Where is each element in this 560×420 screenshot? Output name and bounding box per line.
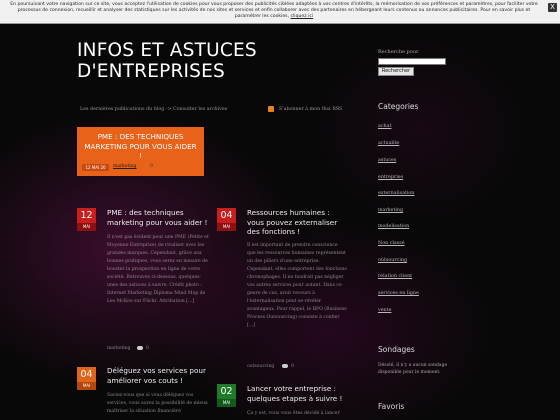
- rss-subscribe-link[interactable]: S'abonner à mon flux RSS: [279, 107, 342, 112]
- comment-icon: [282, 364, 288, 368]
- category-link[interactable]: relation client: [378, 274, 412, 279]
- post-month: MAI: [217, 399, 236, 407]
- post-date-badge: 04 MAI: [77, 367, 96, 390]
- featured-post-comments[interactable]: 0: [150, 164, 153, 169]
- post-title[interactable]: Ressources humaines : vous pouvez extern…: [247, 208, 347, 237]
- category-link[interactable]: vente: [378, 308, 391, 313]
- post-day: 04: [77, 367, 96, 382]
- category-link[interactable]: entreprise: [378, 175, 403, 180]
- category-link[interactable]: actualite: [378, 141, 399, 146]
- post-comment-count[interactable]: 0: [291, 364, 294, 369]
- post-day: 04: [217, 208, 236, 223]
- post-excerpt: Il n'est pas évident pour une PME (Petit…: [107, 235, 209, 304]
- cookie-close-button[interactable]: X: [548, 3, 557, 12]
- search-input[interactable]: [378, 58, 446, 65]
- site-title[interactable]: INFOS ET ASTUCES D'ENTREPRISES: [77, 40, 357, 82]
- latest-posts-link[interactable]: Les dernières publications du blog -> Co…: [80, 107, 227, 112]
- post-category-link[interactable]: outsourcing: [247, 364, 274, 369]
- cookie-settings-link[interactable]: cliquez ici: [291, 14, 314, 19]
- category-link[interactable]: astuces: [378, 158, 396, 163]
- category-link[interactable]: Non classé: [378, 241, 405, 246]
- rss-icon[interactable]: [268, 106, 274, 112]
- category-link[interactable]: outsourcing: [378, 258, 407, 263]
- post-title[interactable]: Lancer votre entreprise : quelques etape…: [247, 384, 347, 403]
- search-label: Recherche pour: [378, 49, 419, 55]
- category-link[interactable]: services en ligne: [378, 291, 419, 296]
- post-date-badge: 04 MAI: [217, 208, 236, 231]
- cookie-banner: En poursuivant votre navigation sur ce s…: [0, 0, 560, 24]
- post-month: MAI: [77, 382, 96, 390]
- post-comment-count[interactable]: 0: [146, 346, 149, 351]
- favoris-heading: Favoris: [378, 402, 405, 411]
- post-excerpt: Il est important de prendre conscience q…: [247, 243, 347, 328]
- sondages-text: Désolé, il n'y a aucun sondage disponibl…: [378, 363, 448, 375]
- post-day: 12: [77, 208, 96, 223]
- sondages-heading: Sondages: [378, 345, 415, 354]
- post-category-link[interactable]: marketing: [107, 346, 131, 351]
- post-date-badge: 02 MAI: [217, 384, 236, 407]
- comment-icon: [137, 346, 143, 350]
- category-link[interactable]: externalisation: [378, 191, 414, 196]
- category-link[interactable]: marketing: [378, 208, 403, 213]
- featured-post-category[interactable]: marketing: [113, 164, 137, 169]
- post-title[interactable]: PME : des techniques marketing pour vous…: [107, 208, 212, 227]
- post-month: MAI: [77, 223, 96, 231]
- categories-heading: Categories: [378, 102, 419, 111]
- cookie-text: En poursuivant votre navigation sur ce s…: [10, 2, 538, 19]
- post-month: MAI: [217, 223, 236, 231]
- post-title[interactable]: Déléguez vos services pour améliorer vos…: [107, 366, 212, 385]
- post-day: 02: [217, 384, 236, 399]
- featured-post-date: 12 MAI 20: [82, 164, 109, 171]
- search-button[interactable]: Rechercher: [378, 67, 414, 76]
- post-excerpt: Saviez-vous que si vous déléguez vos ser…: [107, 393, 208, 414]
- category-link[interactable]: achat: [378, 124, 391, 129]
- post-excerpt: Ça y est, vous vous êtes décidé à lancer: [247, 411, 340, 416]
- featured-post-title[interactable]: PME : DES TECHNIQUES MARKETING POUR VOUS…: [83, 132, 198, 161]
- post-date-badge: 12 MAI: [77, 208, 96, 231]
- category-link[interactable]: modelisation: [378, 224, 409, 229]
